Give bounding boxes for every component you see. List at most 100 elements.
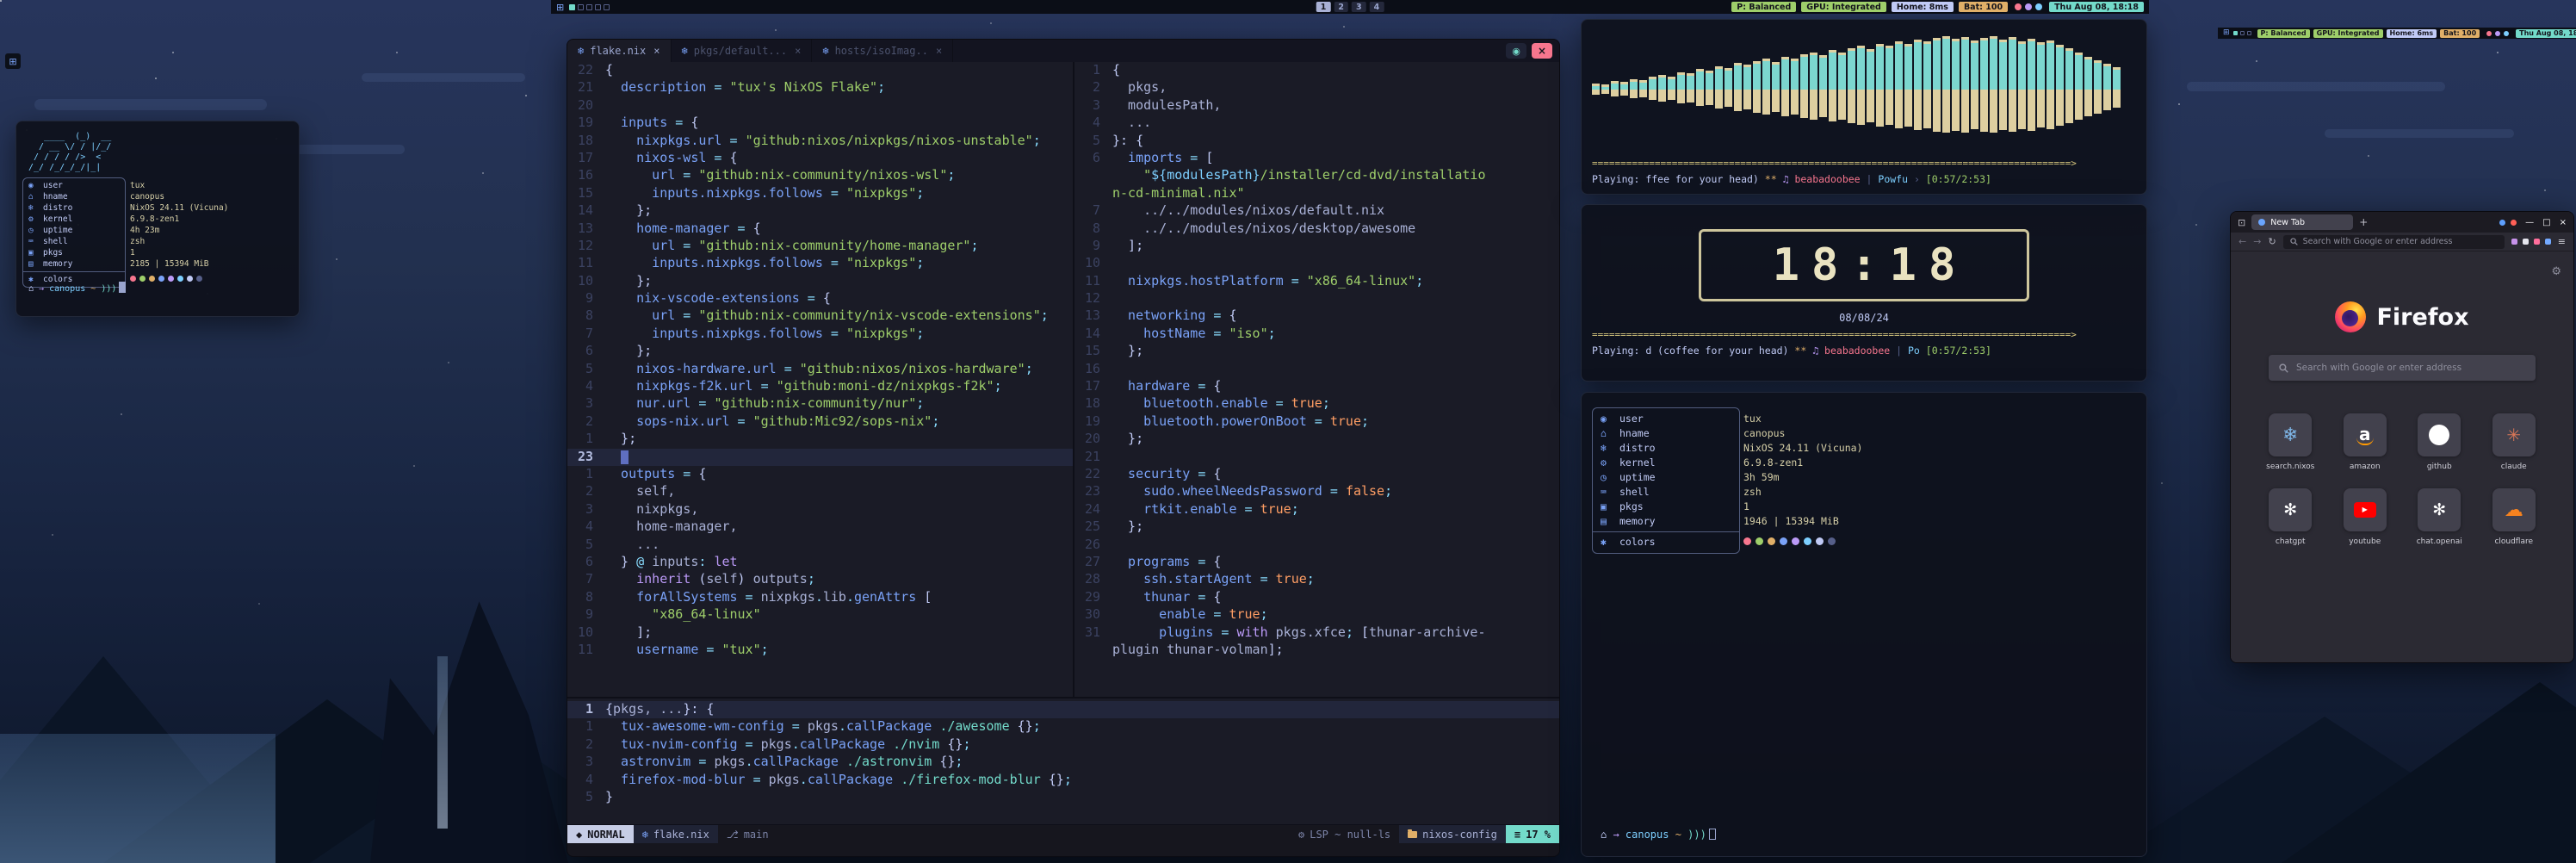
- shortcut-tile-chat.openai[interactable]: ✻chat.openai: [2409, 488, 2469, 546]
- new-tab-search-input[interactable]: [2296, 363, 2525, 373]
- code-line[interactable]: 30 enable = true;: [1074, 606, 1559, 624]
- music-icon[interactable]: [2495, 31, 2500, 36]
- code-line[interactable]: 18 bluetooth.enable = true;: [1074, 395, 1559, 413]
- back-icon[interactable]: ←: [2239, 236, 2246, 247]
- code-line[interactable]: 11 username = "tux";: [567, 642, 1073, 659]
- tag-square[interactable]: [578, 4, 584, 10]
- new-tab-button[interactable]: +: [2359, 216, 2368, 228]
- tab-close-icon[interactable]: ×: [653, 45, 659, 57]
- code-line[interactable]: 3 nur.url = "github:nix-community/nur";: [567, 395, 1073, 413]
- code-line[interactable]: 1{: [1074, 62, 1559, 79]
- shell-prompt[interactable]: ⌂ → canopus ~ ))): [28, 282, 126, 294]
- tag-square[interactable]: [2240, 31, 2245, 35]
- code-line[interactable]: 28 ssh.startAgent = true;: [1074, 571, 1559, 588]
- code-line[interactable]: 9 ];: [1074, 238, 1559, 255]
- forward-icon[interactable]: →: [2253, 236, 2261, 247]
- code-line[interactable]: 12 url = "github:nix-community/home-mana…: [567, 238, 1073, 255]
- code-line[interactable]: 23: [567, 449, 1073, 466]
- code-line[interactable]: 16 url = "github:nix-community/nixos-wsl…: [567, 167, 1073, 184]
- code-line[interactable]: plugin thunar-volman];: [1074, 642, 1559, 659]
- clock-chip[interactable]: Thu Aug 08, 18:18: [2049, 2, 2144, 12]
- code-line[interactable]: 14 hostName = "iso";: [1074, 326, 1559, 343]
- code-line[interactable]: 10 ];: [567, 624, 1073, 642]
- indicator-red-icon[interactable]: [2511, 220, 2517, 226]
- tab-close-icon[interactable]: ×: [795, 45, 801, 57]
- minimize-icon[interactable]: —: [2525, 218, 2534, 227]
- code-line[interactable]: 5 ...: [567, 537, 1073, 554]
- preview-toggle-icon[interactable]: ◉: [1506, 43, 1526, 59]
- menu-grid-icon[interactable]: ⊞: [2223, 29, 2230, 37]
- shortcut-tile-claude[interactable]: ✳claude: [2484, 413, 2544, 471]
- code-line[interactable]: 26: [1074, 537, 1559, 554]
- tab-new-tab[interactable]: New Tab: [2251, 214, 2353, 230]
- code-line[interactable]: 3 astronvim = pkgs.callPackage ./astronv…: [567, 754, 1559, 771]
- network-icon[interactable]: [2504, 31, 2509, 36]
- indicator-blue-icon[interactable]: [2499, 220, 2505, 226]
- code-line[interactable]: 20: [567, 97, 1073, 115]
- record-icon[interactable]: [2486, 31, 2492, 36]
- code-line[interactable]: 15 };: [1074, 343, 1559, 360]
- extension-icon-purple[interactable]: [2511, 239, 2517, 245]
- code-line[interactable]: 16: [1074, 361, 1559, 378]
- code-line[interactable]: 9 "x86_64-linux": [567, 606, 1073, 624]
- code-line[interactable]: 3 nixpkgs,: [567, 501, 1073, 518]
- code-line[interactable]: 21 description = "tux's NixOS Flake";: [567, 79, 1073, 96]
- code-line[interactable]: 1 tux-awesome-wm-config = pkgs.callPacka…: [567, 718, 1559, 736]
- music-icon[interactable]: [2025, 3, 2032, 10]
- code-line[interactable]: 5 nixos-hardware.url = "github:nixos/nix…: [567, 361, 1073, 378]
- code-line[interactable]: 10: [1074, 255, 1559, 272]
- code-line[interactable]: 2 tux-nvim-config = pkgs.callPackage ./n…: [567, 736, 1559, 754]
- code-line[interactable]: 7 ../../modules/nixos/default.nix: [1074, 202, 1559, 220]
- new-tab-search-bar[interactable]: [2269, 355, 2536, 381]
- window-close-icon[interactable]: ×: [1532, 43, 1552, 59]
- extension-icon-white[interactable]: [2523, 239, 2529, 245]
- code-line[interactable]: "${modulesPath}/installer/cd-dvd/install…: [1074, 167, 1559, 184]
- tab-close-icon[interactable]: ×: [936, 45, 942, 57]
- workspace-1[interactable]: 1: [1316, 2, 1331, 12]
- code-line[interactable]: 18 nixpkgs.url = "github:nixos/nixpkgs/n…: [567, 133, 1073, 150]
- code-line[interactable]: 12: [1074, 290, 1559, 307]
- code-line[interactable]: 19 bluetooth.powerOnBoot = true;: [1074, 413, 1559, 431]
- code-line[interactable]: 9 nix-vscode-extensions = {: [567, 290, 1073, 307]
- extension-icon-blue[interactable]: [2545, 239, 2551, 245]
- code-line[interactable]: 31 plugins = with pkgs.xfce; [thunar-arc…: [1074, 624, 1559, 642]
- code-line[interactable]: 4 firefox-mod-blur = pkgs.callPackage ./…: [567, 772, 1559, 789]
- tag-square[interactable]: [2233, 31, 2238, 35]
- code-line[interactable]: 11 nixpkgs.hostPlatform = "x86_64-linux"…: [1074, 273, 1559, 290]
- launcher-icon[interactable]: ⊞: [5, 53, 21, 69]
- code-line[interactable]: 8 ../../modules/nixos/desktop/awesome: [1074, 220, 1559, 238]
- editor-tab-pkgs/default...[interactable]: ❄pkgs/default...×: [672, 40, 813, 62]
- code-line[interactable]: 20 };: [1074, 431, 1559, 448]
- network-icon[interactable]: [2035, 3, 2042, 10]
- code-line[interactable]: 2 pkgs,: [1074, 79, 1559, 96]
- menu-grid-icon[interactable]: ⊞: [556, 3, 564, 12]
- shell-prompt[interactable]: ⌂ → canopus ~ ))): [1601, 829, 1716, 841]
- editor-tab-hosts/isoImag..[interactable]: ❄hosts/isoImag..×: [812, 40, 953, 62]
- reload-icon[interactable]: ↻: [2268, 236, 2276, 247]
- code-line[interactable]: 15 inputs.nixpkgs.follows = "nixpkgs";: [567, 185, 1073, 202]
- code-line[interactable]: 23 sudo.wheelNeedsPassword = false;: [1074, 483, 1559, 500]
- code-line[interactable]: 4 ...: [1074, 115, 1559, 132]
- workspace-3[interactable]: 3: [1352, 2, 1366, 12]
- code-line[interactable]: 6 };: [567, 343, 1073, 360]
- tag-square[interactable]: [604, 4, 610, 10]
- close-icon[interactable]: ×: [2560, 218, 2567, 227]
- personalize-gear-icon[interactable]: ⚙: [2551, 265, 2561, 278]
- code-line[interactable]: 7 inputs.nixpkgs.follows = "nixpkgs";: [567, 326, 1073, 343]
- code-line[interactable]: 7 inherit (self) outputs;: [567, 571, 1073, 588]
- code-line[interactable]: 1 outputs = {: [567, 466, 1073, 483]
- code-line[interactable]: 19 inputs = {: [567, 115, 1073, 132]
- code-line[interactable]: 4 home-manager,: [567, 518, 1073, 536]
- editor-tab-flake.nix[interactable]: ❄flake.nix×: [567, 40, 672, 62]
- clock-chip[interactable]: Thu Aug 08, 18:18: [2516, 29, 2576, 38]
- code-line[interactable]: 13 networking = {: [1074, 307, 1559, 325]
- hamburger-menu-icon[interactable]: ≡: [2558, 236, 2566, 247]
- code-line[interactable]: 21: [1074, 449, 1559, 466]
- extension-icon-pink[interactable]: [2534, 239, 2540, 245]
- code-line[interactable]: 2 self,: [567, 483, 1073, 500]
- code-line[interactable]: 17 nixos-wsl = {: [567, 150, 1073, 167]
- firefox-view-icon[interactable]: ⊡: [2238, 217, 2245, 228]
- maximize-icon[interactable]: □: [2542, 218, 2550, 227]
- shortcut-tile-cloudflare[interactable]: ☁cloudflare: [2484, 488, 2544, 546]
- code-line[interactable]: 22 security = {: [1074, 466, 1559, 483]
